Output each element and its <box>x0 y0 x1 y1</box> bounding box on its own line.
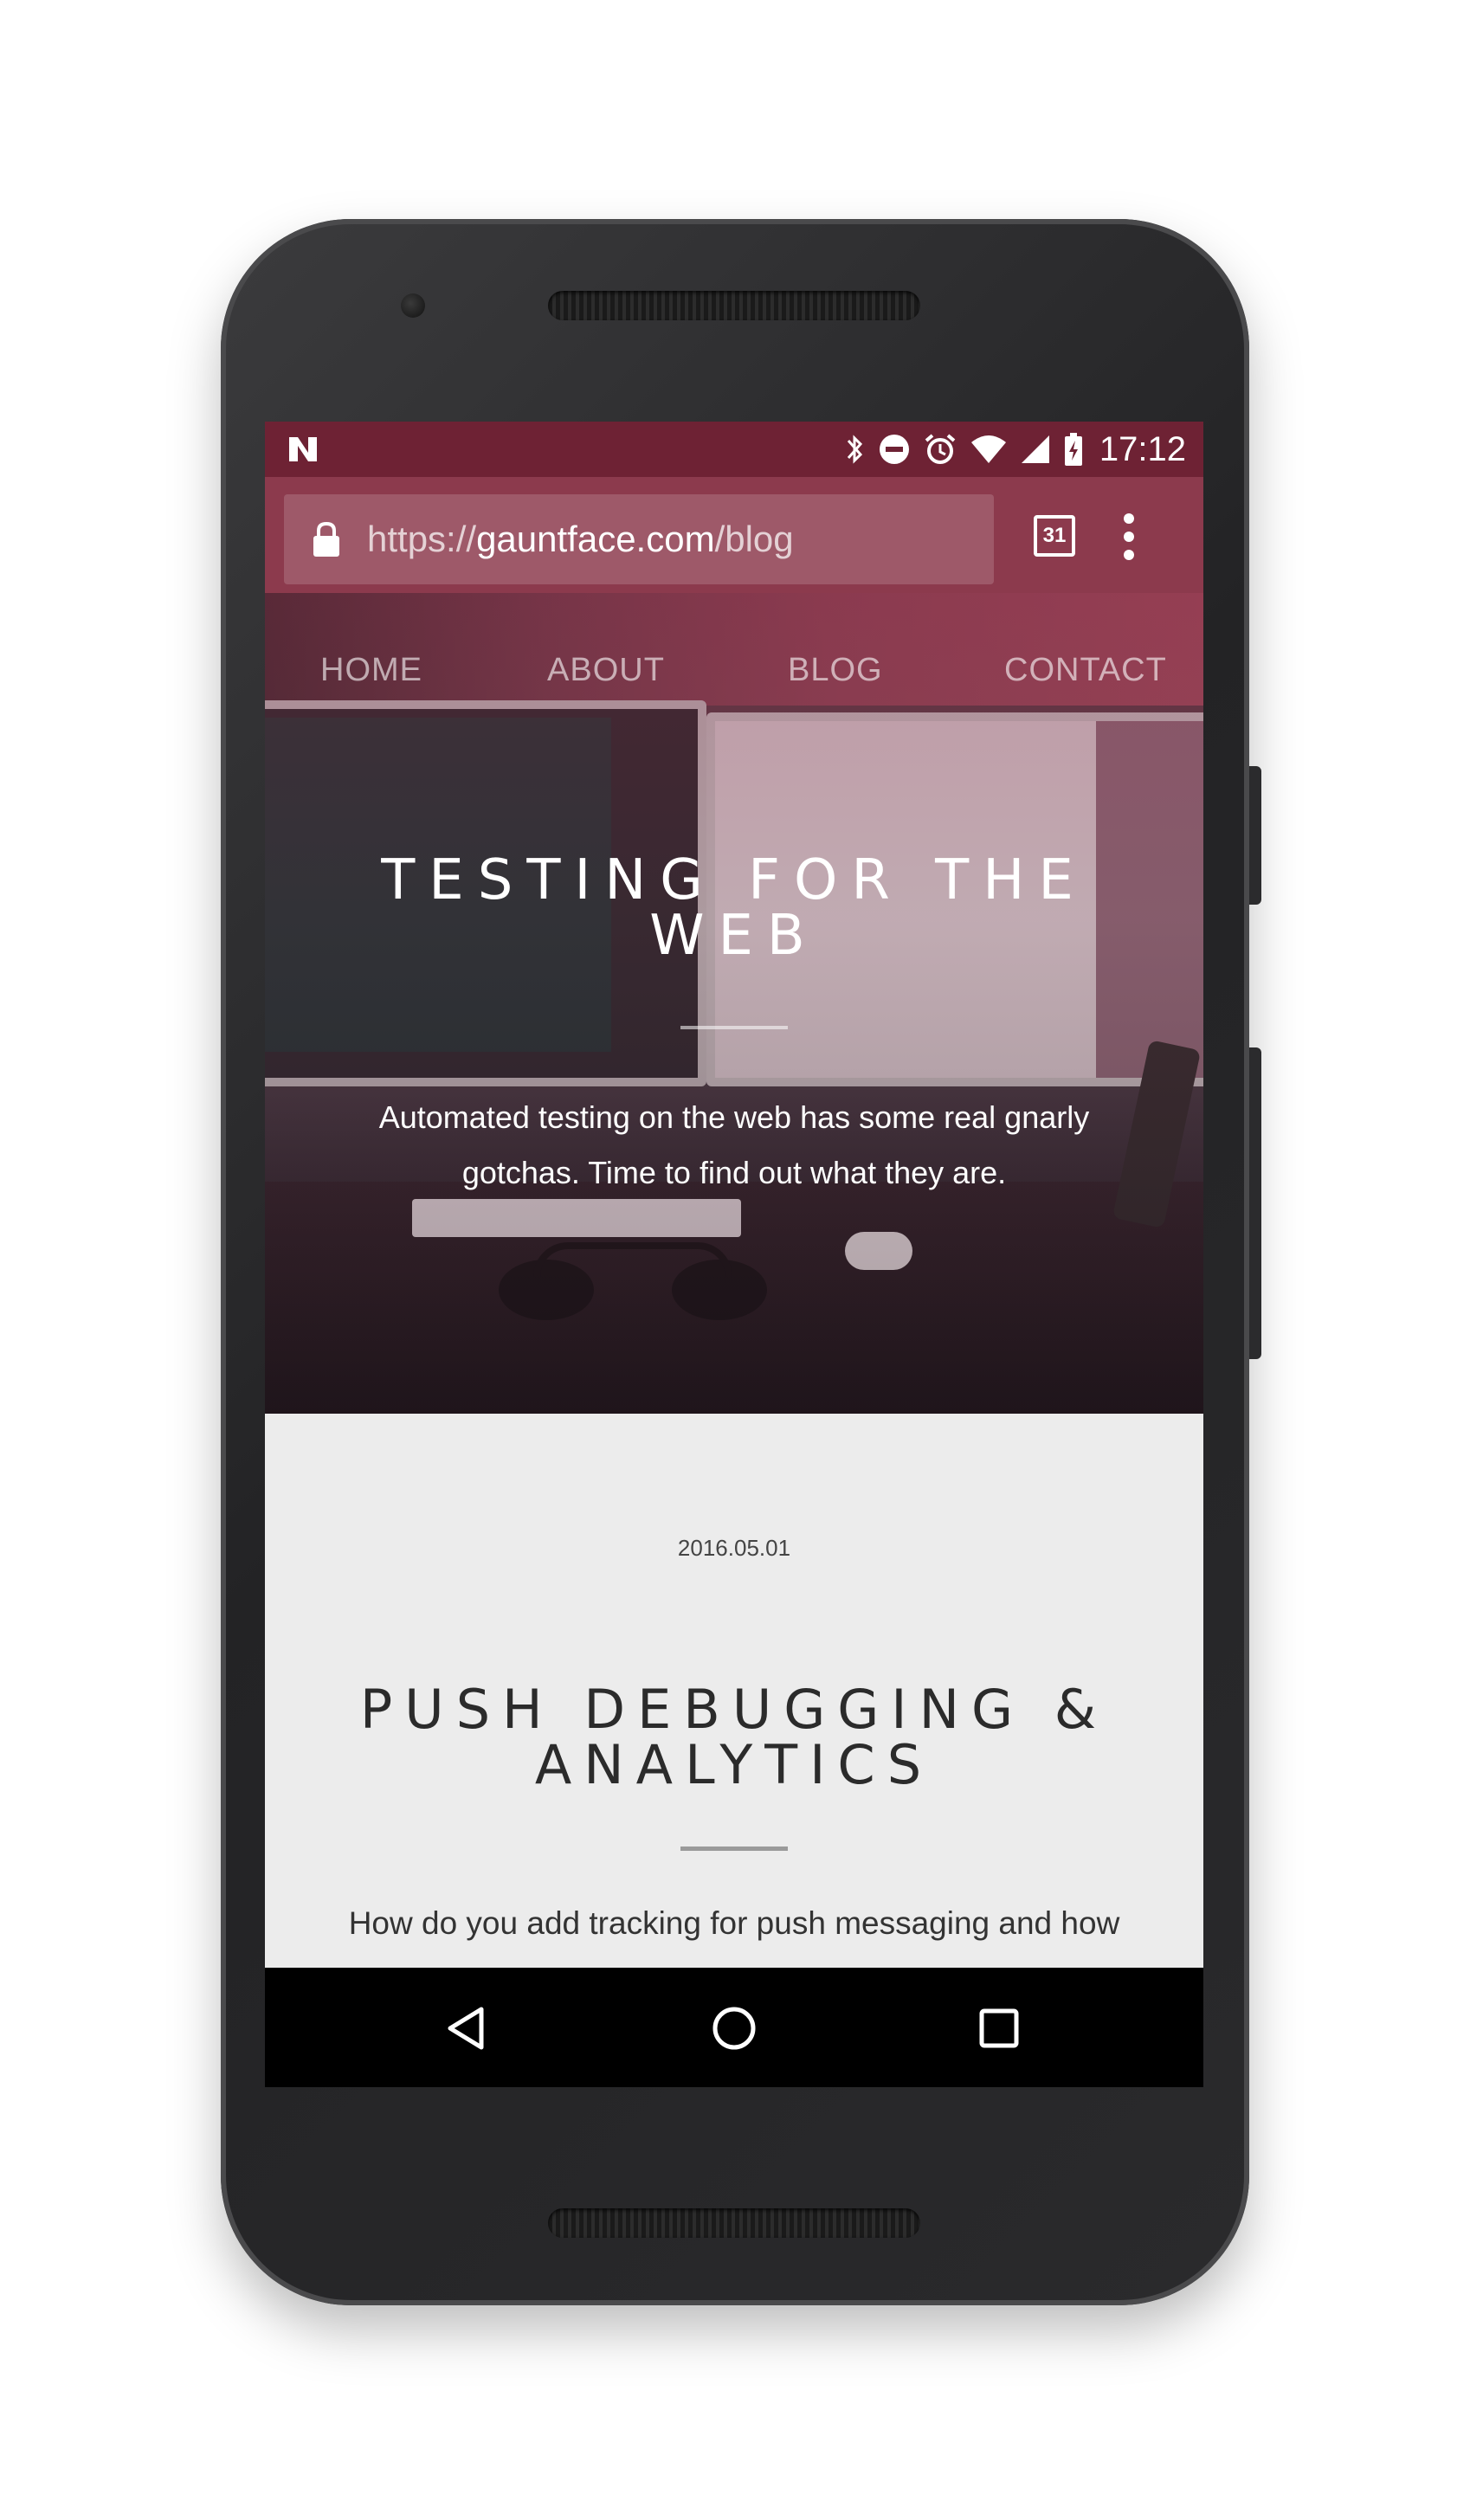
url-bar[interactable]: https://gauntface.com/blog <box>284 494 994 584</box>
url-path: /blog <box>714 519 794 559</box>
power-button <box>1249 766 1261 905</box>
hero-divider <box>680 1026 788 1029</box>
url-text: https://gauntface.com/blog <box>367 519 794 560</box>
device-screen: 17:12 https://gauntface.com/blog 31 HOME… <box>265 422 1203 2087</box>
post-divider <box>680 1846 788 1851</box>
front-camera <box>401 293 425 318</box>
status-icons: 17:12 <box>845 422 1186 477</box>
lock-icon <box>313 521 339 557</box>
post-title[interactable]: PUSH DEBUGGING & ANALYTICS <box>317 1682 1151 1793</box>
menu-dot <box>1124 550 1134 560</box>
battery-charging-icon <box>1064 433 1082 466</box>
tab-switcher-button[interactable]: 31 <box>1034 515 1075 557</box>
menu-dot <box>1124 532 1134 542</box>
nav-about[interactable]: ABOUT <box>547 652 665 689</box>
do-not-disturb-icon <box>879 435 909 464</box>
nav-contact[interactable]: CONTACT <box>1004 652 1167 689</box>
menu-dot <box>1124 513 1134 524</box>
hero-tint <box>265 593 1203 1414</box>
hero-banner: HOME ABOUT BLOG CONTACT TESTING FOR THE … <box>265 593 1203 1414</box>
system-navigation-bar <box>265 1968 1203 2087</box>
browser-toolbar: https://gauntface.com/blog 31 <box>265 477 1203 593</box>
hero-title[interactable]: TESTING FOR THE WEB <box>317 853 1151 964</box>
cell-signal-icon <box>1021 435 1049 463</box>
post-date: 2016.05.01 <box>677 1535 791 1561</box>
status-bar: 17:12 <box>265 422 1203 477</box>
post-excerpt: How do you add tracking for push messagi… <box>348 1905 1120 1941</box>
back-icon[interactable] <box>442 2002 493 2054</box>
top-speaker <box>548 291 920 320</box>
hero-description: Automated testing on the web has some re… <box>378 1099 1090 1190</box>
overflow-menu-icon[interactable] <box>1120 513 1138 560</box>
nav-home[interactable]: HOME <box>320 652 422 689</box>
home-icon[interactable] <box>708 2002 760 2054</box>
url-domain: gauntface.com <box>476 519 715 559</box>
wifi-icon <box>970 435 1006 463</box>
notification-n-icon <box>289 437 317 461</box>
volume-button <box>1249 1047 1261 1359</box>
bluetooth-icon <box>847 435 862 464</box>
status-time: 17:12 <box>1099 429 1186 468</box>
alarm-icon <box>925 434 956 464</box>
recents-icon[interactable] <box>973 2002 1025 2054</box>
post-preview: 2016.05.01 PUSH DEBUGGING & ANALYTICS Ho… <box>265 1414 1203 1968</box>
site-nav: HOME ABOUT BLOG CONTACT <box>265 652 1203 704</box>
url-scheme: https:// <box>367 519 477 559</box>
nav-blog[interactable]: BLOG <box>788 652 883 689</box>
bottom-speaker <box>548 2208 920 2238</box>
